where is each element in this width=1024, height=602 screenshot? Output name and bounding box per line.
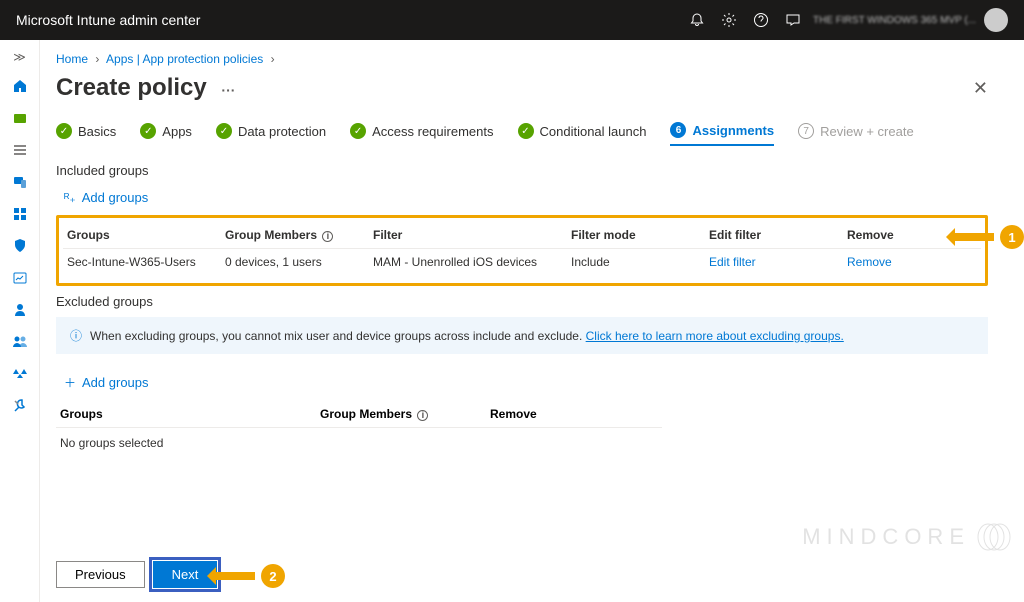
included-table-highlight: Groups Group Members i Filter Filter mod… xyxy=(56,215,988,286)
th-members: Group Members i xyxy=(225,228,365,242)
add-included-groups[interactable]: ᴿ₊ Add groups xyxy=(56,186,988,215)
content-area: Home › Apps | App protection policies › … xyxy=(40,40,1024,602)
dashboard-icon[interactable] xyxy=(11,109,29,127)
tenant-icon[interactable] xyxy=(11,365,29,383)
page-title: Create policy ··· xyxy=(56,74,235,102)
top-bar: Microsoft Intune admin center THE FIRST … xyxy=(0,0,1024,40)
cell-filter-mode: Include xyxy=(571,255,701,269)
step-review: 7Review + create xyxy=(798,122,914,146)
home-icon[interactable] xyxy=(11,77,29,95)
info-icon[interactable]: i xyxy=(417,410,428,421)
help-icon[interactable] xyxy=(753,12,769,28)
more-icon[interactable]: ··· xyxy=(221,82,235,98)
included-label: Included groups xyxy=(56,163,988,178)
devices-icon[interactable] xyxy=(11,173,29,191)
breadcrumb: Home › Apps | App protection policies › xyxy=(56,48,988,74)
table-row: Sec-Intune-W365-Users 0 devices, 1 users… xyxy=(63,249,981,275)
th-remove: Remove xyxy=(847,228,927,242)
info-icon[interactable]: i xyxy=(322,231,333,242)
sidebar: ≫ xyxy=(0,40,40,602)
th-filter-mode: Filter mode xyxy=(571,228,701,242)
excluded-empty: No groups selected xyxy=(56,428,662,458)
account-info: THE FIRST WINDOWS 365 MVP (... xyxy=(813,15,976,26)
step-conditional[interactable]: ✓Conditional launch xyxy=(518,122,647,146)
gear-icon[interactable] xyxy=(721,12,737,28)
security-icon[interactable] xyxy=(11,237,29,255)
cell-filter: MAM - Unenrolled iOS devices xyxy=(373,255,563,269)
person-add-icon: ᴿ₊ xyxy=(64,191,76,205)
breadcrumb-apps[interactable]: Apps | App protection policies xyxy=(106,52,263,66)
avatar[interactable] xyxy=(984,8,1008,32)
previous-button[interactable]: Previous xyxy=(56,561,145,588)
troubleshoot-icon[interactable] xyxy=(11,397,29,415)
cell-members: 0 devices, 1 users xyxy=(225,255,365,269)
ex-th-groups: Groups xyxy=(60,407,320,421)
callout-1: 1 xyxy=(946,225,1024,249)
ex-th-remove: Remove xyxy=(490,407,590,421)
edit-filter-link[interactable]: Edit filter xyxy=(709,255,839,269)
step-apps[interactable]: ✓Apps xyxy=(140,122,192,146)
step-access-req[interactable]: ✓Access requirements xyxy=(350,122,493,146)
ex-th-members: Group Members i xyxy=(320,407,490,421)
th-groups: Groups xyxy=(67,228,217,242)
learn-more-link[interactable]: Click here to learn more about excluding… xyxy=(586,329,844,343)
th-filter: Filter xyxy=(373,228,563,242)
add-excluded-groups[interactable]: ＋ Add groups xyxy=(56,370,988,401)
callout-2: 2 xyxy=(207,564,285,588)
wizard-steps: ✓Basics ✓Apps ✓Data protection ✓Access r… xyxy=(56,122,988,147)
info-banner: ⓘ When excluding groups, you cannot mix … xyxy=(56,317,988,354)
list-icon[interactable] xyxy=(11,141,29,159)
plus-icon: ＋ xyxy=(64,374,76,391)
breadcrumb-home[interactable]: Home xyxy=(56,52,88,66)
cell-group: Sec-Intune-W365-Users xyxy=(67,255,217,269)
info-circle-icon: ⓘ xyxy=(70,327,82,344)
wizard-footer: Previous Next xyxy=(40,547,1024,602)
th-edit-filter: Edit filter xyxy=(709,228,839,242)
users-icon[interactable] xyxy=(11,301,29,319)
close-icon[interactable]: ✕ xyxy=(973,78,988,99)
reports-icon[interactable] xyxy=(11,269,29,287)
step-data-protection[interactable]: ✓Data protection xyxy=(216,122,326,146)
groups-icon[interactable] xyxy=(11,333,29,351)
step-basics[interactable]: ✓Basics xyxy=(56,122,116,146)
feedback-icon[interactable] xyxy=(785,12,801,28)
remove-link[interactable]: Remove xyxy=(847,255,927,269)
app-title: Microsoft Intune admin center xyxy=(16,12,689,28)
excluded-label: Excluded groups xyxy=(56,294,988,309)
collapse-icon[interactable]: ≫ xyxy=(7,44,32,70)
topbar-actions xyxy=(689,12,801,28)
step-assignments[interactable]: 6Assignments xyxy=(670,122,774,146)
bell-icon[interactable] xyxy=(689,12,705,28)
apps-icon[interactable] xyxy=(11,205,29,223)
